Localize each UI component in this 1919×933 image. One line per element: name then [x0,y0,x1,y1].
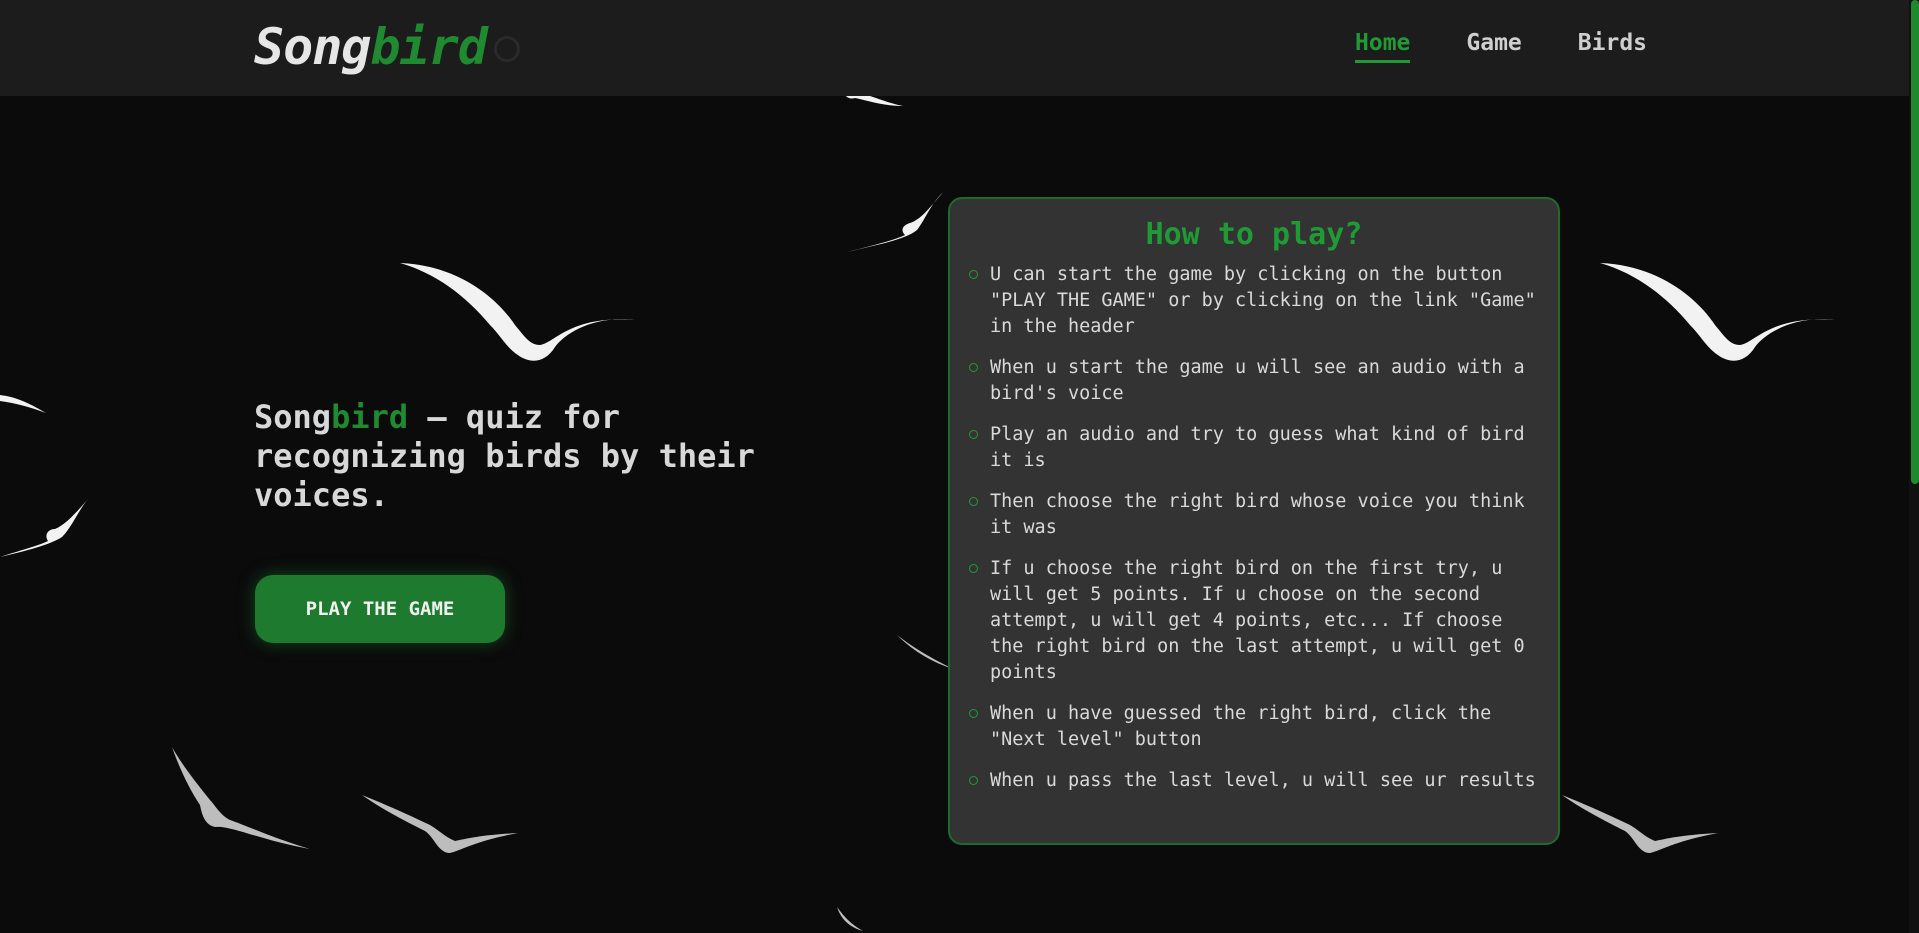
scrollbar-thumb[interactable] [1911,0,1919,484]
list-item: When u pass the last level, u will see u… [969,768,1540,794]
play-game-button[interactable]: PLAY THE GAME [255,575,505,643]
list-item: U can start the game by clicking on the … [969,262,1540,340]
logo[interactable]: Songbird [254,18,488,76]
list-item: If u choose the right bird on the first … [969,556,1540,686]
bird-silhouette-icon [400,263,635,361]
list-item: When u start the game u will see an audi… [969,355,1540,407]
bird-silhouette-icon [1562,795,1718,853]
nav-link-home[interactable]: Home [1355,30,1411,63]
nav-link-game[interactable]: Game [1466,30,1521,63]
list-item: When u have guessed the right bird, clic… [969,701,1540,753]
rules-list: U can start the game by clicking on the … [950,262,1558,794]
bird-silhouette-icon [0,395,46,413]
nav-link-birds[interactable]: Birds [1578,30,1647,63]
list-item: Play an audio and try to guess what kind… [969,422,1540,474]
bird-silhouette-icon [837,907,863,931]
page: Songbird Home Game Birds Songbird — quiz… [0,0,1919,933]
hero-title-brand-part1: Song [254,398,332,436]
list-item: Then choose the right bird whose voice y… [969,489,1540,541]
bird-silhouette-icon [1600,263,1835,361]
hero-title-brand-part2: bird [331,398,409,436]
how-to-play-panel: How to play? U can start the game by cli… [948,197,1560,845]
bird-silhouette-icon [897,635,953,669]
bird-silhouette-icon [847,192,943,252]
how-to-play-title: How to play? [1145,217,1363,252]
logo-mark-icon [494,36,520,62]
site-header: Songbird Home Game Birds [0,0,1919,96]
bird-silhouette-icon [362,795,518,853]
bird-silhouette-icon [172,747,310,849]
hero-title: Songbird — quiz for recognizing birds by… [254,398,814,515]
bird-silhouette-icon [0,499,88,557]
main-nav: Home Game Birds [1355,30,1703,63]
